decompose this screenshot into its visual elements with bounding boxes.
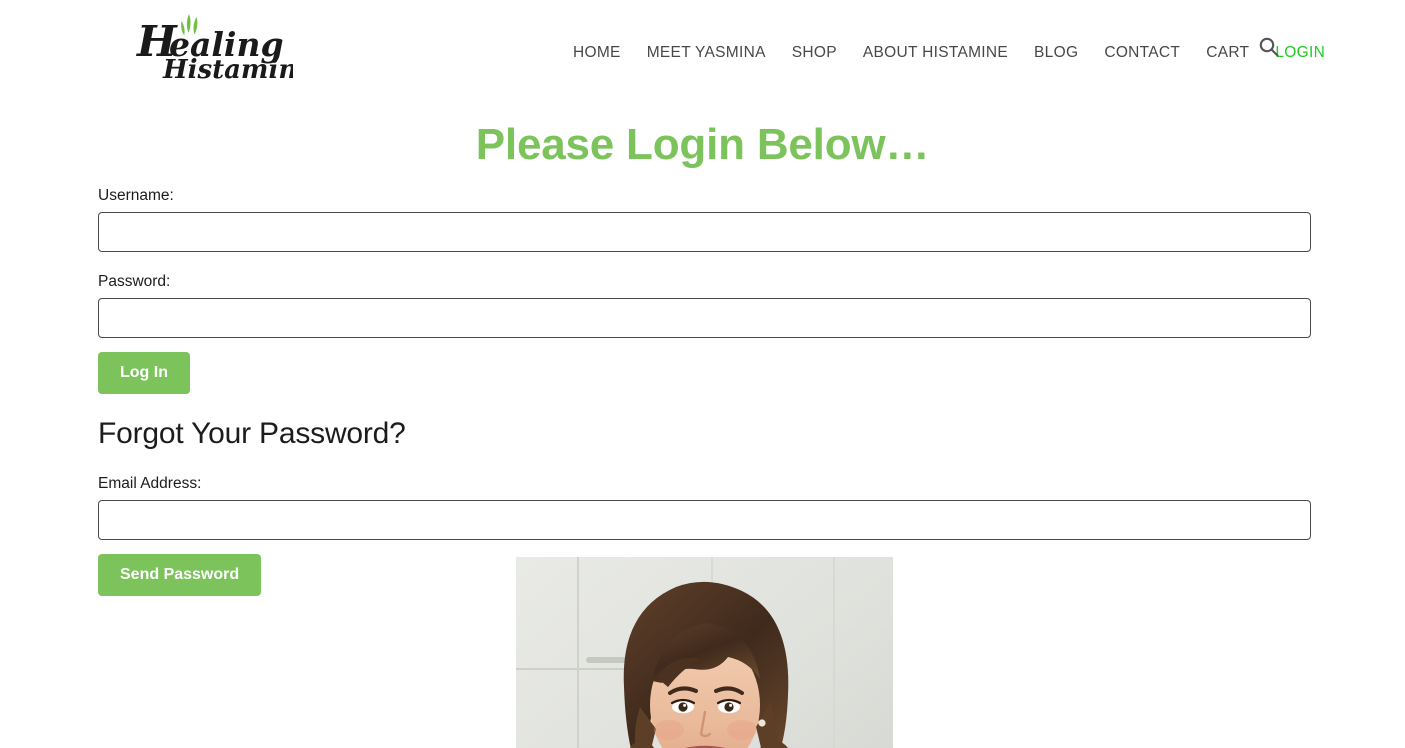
nav-item-blog[interactable]: BLOG <box>1021 41 1091 65</box>
password-input[interactable] <box>98 298 1311 338</box>
site-header: H ealing Histamine HOME MEET YASMINA SHO… <box>0 0 1405 92</box>
main-navigation: HOME MEET YASMINA SHOP ABOUT HISTAMINE B… <box>560 41 1338 65</box>
log-in-button[interactable]: Log In <box>98 352 190 394</box>
main-content: Username: Password: Log In Forgot Your P… <box>98 186 1311 596</box>
site-logo[interactable]: H ealing Histamine <box>133 8 293 84</box>
username-label: Username: <box>98 187 174 204</box>
login-form: Username: Password: Log In <box>98 186 1311 394</box>
send-password-button[interactable]: Send Password <box>98 554 262 596</box>
password-label: Password: <box>98 273 171 290</box>
nav-item-contact[interactable]: CONTACT <box>1091 41 1193 65</box>
search-icon[interactable] <box>1258 36 1280 58</box>
nav-item-about-histamine[interactable]: ABOUT HISTAMINE <box>850 41 1021 65</box>
search-icon-svg <box>1259 37 1279 57</box>
svg-text:Histamine: Histamine <box>162 55 293 84</box>
logo-svg: H ealing Histamine <box>136 14 293 84</box>
page-title: Please Login Below… <box>475 120 930 169</box>
username-input[interactable] <box>98 212 1311 252</box>
portrait-illustration <box>516 557 893 748</box>
yasmina-portrait-photo <box>516 557 893 748</box>
nav-item-cart[interactable]: CART <box>1193 41 1262 65</box>
email-address-input[interactable] <box>98 500 1311 540</box>
nav-item-shop[interactable]: SHOP <box>779 41 850 65</box>
forgot-password-heading: Forgot Your Password? <box>98 417 406 450</box>
email-address-label: Email Address: <box>98 475 202 492</box>
nav-item-home[interactable]: HOME <box>560 41 634 65</box>
nav-item-meet-yasmina[interactable]: MEET YASMINA <box>634 41 779 65</box>
